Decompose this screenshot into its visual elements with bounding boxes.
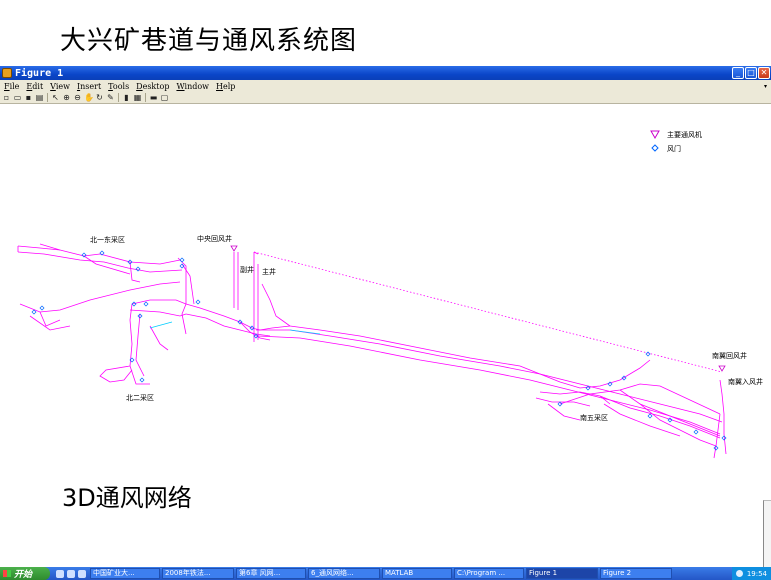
open-file-icon[interactable]: ▭	[13, 93, 22, 102]
menubar-dock-arrow-icon[interactable]: ▾	[764, 83, 767, 90]
label-south-return: 南翼回风井	[712, 351, 747, 360]
pan-icon[interactable]: ✋	[84, 93, 94, 102]
toolbar-separator	[118, 93, 119, 102]
slide-title: 大兴矿巷道与通风系统图	[60, 26, 358, 56]
label-main-shaft: 主井	[262, 267, 276, 276]
start-label: 开始	[14, 570, 33, 580]
label-north1: 北一东采区	[90, 235, 125, 244]
ventilation-network-plot: 主要通风机 风门 北一东采区 中央回风井 副井 主井 北二采区 南翼回风井 南翼…	[17, 130, 763, 459]
legend-fan-label: 主要通风机	[667, 130, 702, 139]
menu-view[interactable]: View	[50, 82, 70, 91]
cyan-segment	[149, 321, 173, 329]
new-file-icon[interactable]: ▫	[2, 93, 11, 102]
label-north2: 北二采区	[126, 393, 154, 402]
door-legend-marker-icon	[651, 144, 659, 152]
pointer-icon[interactable]: ↖	[51, 93, 60, 102]
window-controls: _ □ ✕	[732, 67, 770, 79]
start-button[interactable]: 开始	[0, 567, 50, 580]
quick-launch	[56, 569, 86, 578]
task-button[interactable]: 中国矿业大...	[90, 568, 160, 579]
tray-volume-icon[interactable]	[735, 570, 743, 577]
quicklaunch-desktop-icon[interactable]	[67, 569, 75, 578]
matlab-figure-icon	[2, 68, 12, 78]
task-button[interactable]: 6_通风网络...	[308, 568, 380, 579]
fan-marker-icon	[718, 365, 726, 372]
clock: 19:54	[746, 569, 767, 578]
legend-icon[interactable]: ▦	[133, 93, 142, 102]
label-south5: 南五采区	[580, 413, 608, 422]
toolbar-separator	[47, 93, 48, 102]
menu-desktop[interactable]: Desktop	[136, 82, 169, 91]
menu-window[interactable]: Window	[176, 82, 209, 91]
cyan-segment	[289, 329, 321, 335]
tunnel-network	[17, 243, 727, 459]
quicklaunch-ie-icon[interactable]	[56, 569, 64, 578]
hide-plot-tools-icon[interactable]: ▬	[149, 93, 158, 102]
task-button[interactable]: MATLAB	[382, 568, 452, 579]
task-button[interactable]: Figure 2	[600, 568, 672, 579]
show-plot-tools-icon[interactable]: ▢	[160, 93, 169, 102]
window-titlebar[interactable]: Figure 1 _ □ ✕	[0, 66, 771, 80]
legend-door-label: 风门	[667, 144, 681, 153]
fan-marker-icon	[230, 245, 238, 252]
task-button[interactable]: C:\Program ...	[454, 568, 524, 579]
minimize-icon[interactable]: _	[732, 67, 744, 79]
zoom-out-icon[interactable]: ⊖	[73, 93, 82, 102]
task-button[interactable]: 第6章 风网...	[236, 568, 306, 579]
colorbar-icon[interactable]: ▮	[122, 93, 131, 102]
label-aux-shaft: 副井	[240, 265, 254, 274]
zoom-in-icon[interactable]: ⊕	[62, 93, 71, 102]
print-icon[interactable]: ▤	[35, 93, 44, 102]
toolbar-separator	[145, 93, 146, 102]
menu-edit[interactable]: Edit	[26, 82, 43, 91]
menu-insert[interactable]: Insert	[77, 82, 101, 91]
window-title: Figure 1	[15, 67, 64, 79]
dotted-airway-line	[253, 251, 723, 373]
plot-area[interactable]: 主要通风机 风门 北一东采区 中央回风井 副井 主井 北二采区 南翼回风井 南翼…	[0, 104, 771, 461]
save-icon[interactable]: ▪	[24, 93, 33, 102]
maximize-icon[interactable]: □	[745, 67, 757, 79]
menu-file[interactable]: File	[4, 82, 19, 91]
page-curl-decoration	[763, 500, 771, 567]
task-button[interactable]: Figure 1	[526, 568, 598, 579]
system-tray: 19:54	[731, 567, 771, 580]
slide: 大兴矿巷道与通风系统图 Figure 1 _ □ ✕ File Edit Vie…	[0, 0, 771, 580]
figure-window: Figure 1 _ □ ✕ File Edit View Insert Too…	[0, 66, 771, 461]
label-south-intake: 南翼入风井	[728, 377, 763, 386]
taskbar: 开始 中国矿业大... 2008年铁法... 第6章 风网... 6_通风网络.…	[0, 567, 771, 580]
menu-help[interactable]: Help	[216, 82, 235, 91]
legend: 主要通风机 风门	[650, 130, 702, 153]
figure-toolbar: ▫ ▭ ▪ ▤ ↖ ⊕ ⊖ ✋ ↻ ✎ ▮ ▦ ▬ ▢	[0, 92, 771, 104]
menubar: File Edit View Insert Tools Desktop Wind…	[0, 80, 771, 92]
data-cursor-icon[interactable]: ✎	[106, 93, 115, 102]
label-central-shaft: 中央回风井	[197, 234, 232, 243]
rotate-3d-icon[interactable]: ↻	[95, 93, 104, 102]
slide-caption: 3D通风网络	[62, 484, 192, 512]
menu-tools[interactable]: Tools	[108, 82, 129, 91]
close-icon[interactable]: ✕	[758, 67, 770, 79]
fan-legend-marker-icon	[650, 130, 660, 140]
task-button[interactable]: 2008年铁法...	[162, 568, 234, 579]
quicklaunch-media-icon[interactable]	[78, 569, 86, 578]
